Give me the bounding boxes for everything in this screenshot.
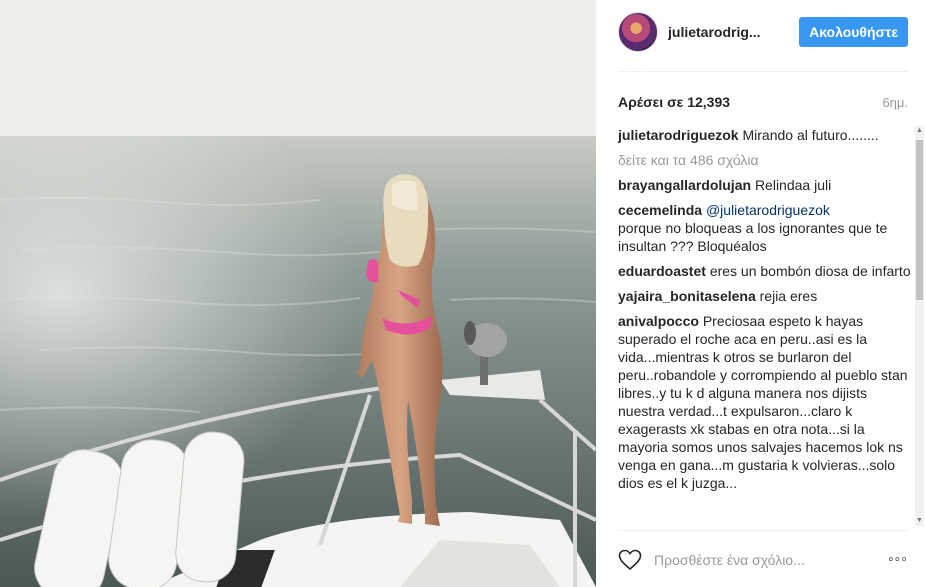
list-item: yajaira_bonitaselena rejia eres (618, 287, 912, 305)
likes-count[interactable]: Αρέσει σε 12,393 (618, 94, 730, 110)
comment-text: porque no bloqueas a los ignorantes que … (618, 220, 888, 254)
caption-text: Mirando al futuro........ (742, 127, 879, 143)
comment-username[interactable]: yajaira_bonitaselena (618, 288, 756, 304)
comment-text: rejia eres (759, 288, 818, 304)
divider (618, 71, 908, 72)
post-photo[interactable] (0, 0, 596, 587)
list-item: anivalpocco Preciosaa espeto k hayas sup… (618, 312, 912, 492)
comment-text: Relindaa juli (754, 177, 832, 193)
scroll-down-arrow-icon[interactable]: ▼ (915, 516, 924, 526)
comment-input[interactable] (654, 552, 880, 568)
view-all-comments-link[interactable]: δείτε και τα 486 σχόλια (618, 151, 912, 169)
post-header: julietarodrig... Ακολουθήστε (618, 12, 908, 52)
scroll-thumb[interactable] (916, 140, 923, 300)
comment-username[interactable]: eduardoastet (618, 263, 706, 279)
post-side-panel: julietarodrig... Ακολουθήστε Αρέσει σε 1… (596, 0, 926, 587)
comments-list[interactable]: julietarodriguezok Mirando al futuro....… (618, 126, 912, 526)
comment-text: eres un bombón diosa de infarto (709, 263, 911, 279)
post-time[interactable]: 6ημ. (882, 95, 908, 110)
comment-bar: ◦◦◦ (618, 544, 908, 576)
comment-username[interactable]: anivalpocco (618, 313, 699, 329)
divider (618, 530, 908, 531)
comment-text: Preciosaa espeto k hayas superado el roc… (618, 313, 908, 491)
comment-username[interactable]: brayangallardolujan (618, 177, 751, 193)
more-options-icon[interactable]: ◦◦◦ (880, 551, 908, 569)
caption-username[interactable]: julietarodriguezok (618, 127, 739, 143)
comment-username[interactable]: cecemelinda (618, 202, 702, 218)
caption: julietarodriguezok Mirando al futuro....… (618, 126, 912, 144)
comment-mention[interactable]: @julietarodriguezok (706, 202, 830, 218)
avatar[interactable] (618, 12, 658, 52)
likes-row: Αρέσει σε 12,393 6ημ. (618, 92, 908, 112)
list-item: cecemelinda @julietarodriguezok porque n… (618, 201, 912, 255)
comments-scrollbar[interactable]: ▲ ▼ (915, 126, 924, 526)
list-item: brayangallardolujan Relindaa juli (618, 176, 912, 194)
scroll-up-arrow-icon[interactable]: ▲ (915, 126, 924, 136)
follow-button[interactable]: Ακολουθήστε (799, 17, 908, 47)
list-item: eduardoastet eres un bombón diosa de inf… (618, 262, 912, 280)
header-username[interactable]: julietarodrig... (668, 24, 778, 40)
heart-icon[interactable] (618, 548, 642, 572)
photo-illustration (0, 0, 596, 587)
